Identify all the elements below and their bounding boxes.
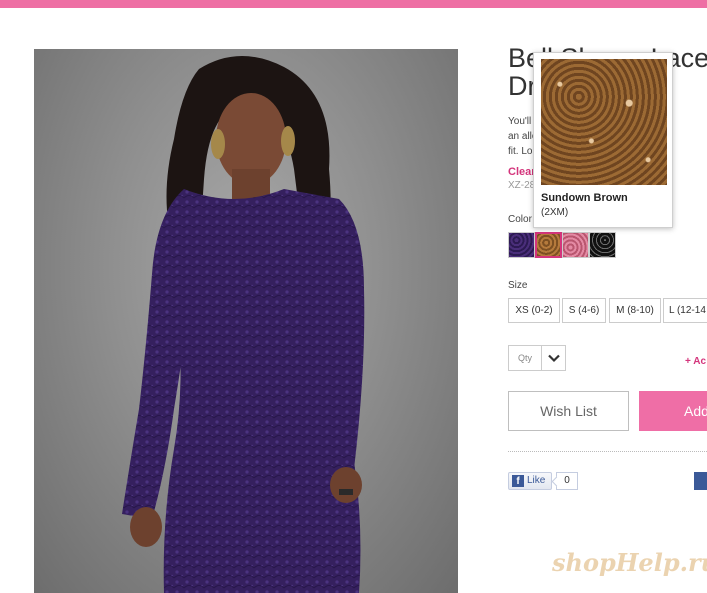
- swatch-tooltip-color-name: Sundown Brown: [541, 192, 628, 204]
- product-sku: XZ-28: [508, 180, 536, 191]
- add-link[interactable]: + Ac: [685, 356, 706, 367]
- facebook-like-button[interactable]: f Like: [508, 472, 552, 490]
- chevron-down-icon: [548, 354, 560, 363]
- color-swatch-sundown-brown[interactable]: [535, 232, 562, 258]
- color-swatch-black[interactable]: [589, 232, 616, 258]
- size-option-m[interactable]: M (8-10): [609, 298, 661, 323]
- wish-list-button[interactable]: Wish List: [508, 391, 629, 431]
- facebook-share-icon[interactable]: [694, 472, 707, 490]
- divider: [508, 451, 707, 452]
- clearance-label: Clear: [508, 166, 536, 178]
- size-label: Size: [508, 280, 528, 291]
- product-image[interactable]: [34, 49, 458, 593]
- swatch-preview-image: [541, 59, 667, 185]
- swatch-tooltip: Sundown Brown (2XM): [533, 52, 673, 228]
- facebook-icon: f: [512, 475, 524, 487]
- quantity-select[interactable]: Qty: [508, 345, 542, 371]
- color-swatch-purple[interactable]: [508, 232, 535, 258]
- color-swatch-pink[interactable]: [562, 232, 589, 258]
- color-label: Color: [508, 214, 532, 225]
- like-label: Like: [527, 475, 546, 486]
- size-option-s[interactable]: S (4-6): [562, 298, 606, 323]
- size-option-l[interactable]: L (12-14: [663, 298, 707, 323]
- top-accent-bar: [0, 0, 707, 8]
- like-count: 0: [556, 472, 578, 490]
- size-option-xs[interactable]: XS (0-2): [508, 298, 560, 323]
- watermark: shopHelp.ru: [552, 548, 707, 577]
- add-to-bag-button[interactable]: Add: [639, 391, 707, 431]
- swatch-tooltip-size: (2XM): [541, 207, 569, 218]
- quantity-dropdown-button[interactable]: [541, 345, 566, 371]
